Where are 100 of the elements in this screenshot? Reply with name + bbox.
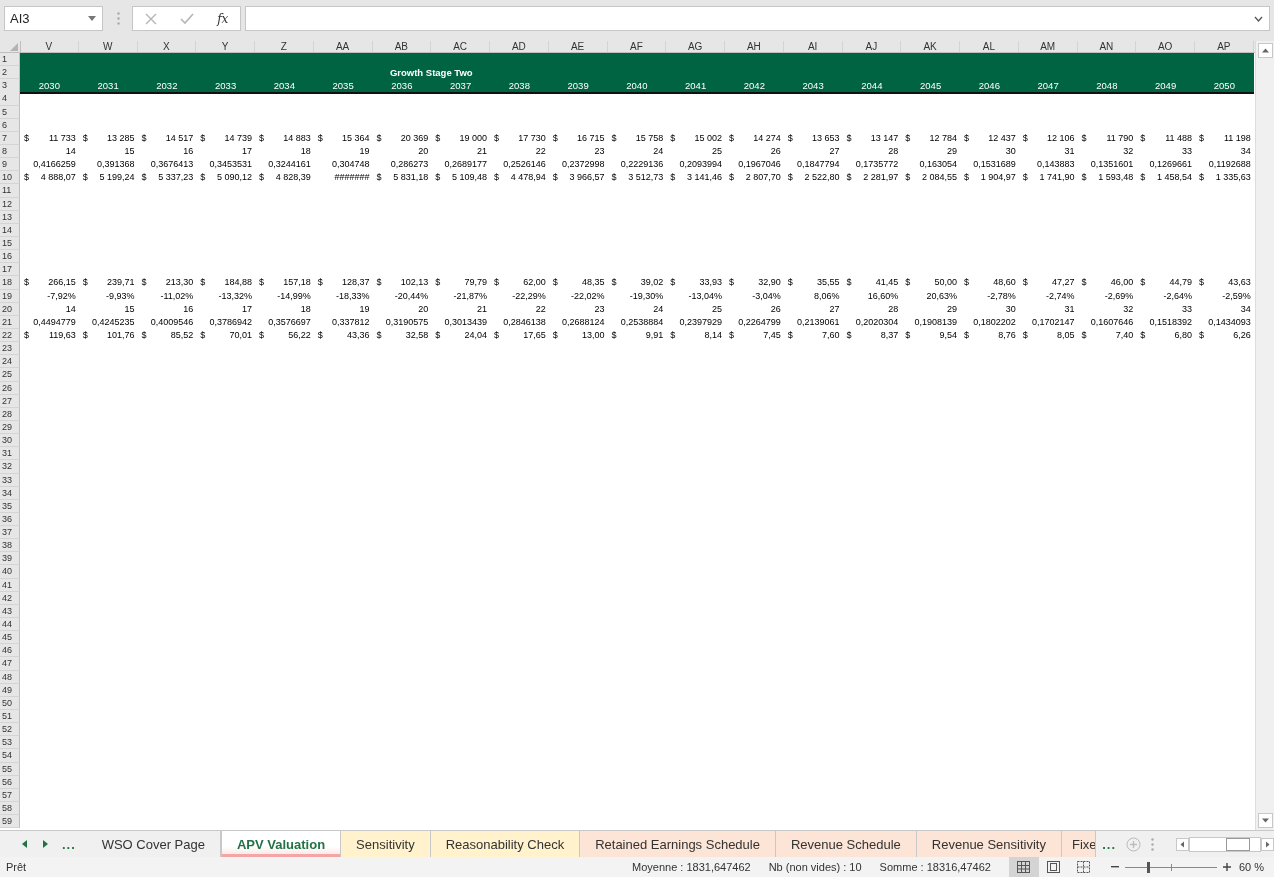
row-number[interactable]: 1 <box>0 53 20 67</box>
table-cell: 12 437 <box>988 131 1016 145</box>
row-number[interactable]: 18 <box>0 276 20 290</box>
column-header[interactable]: Y <box>196 41 255 52</box>
scroll-up-icon[interactable] <box>1257 43 1273 58</box>
check-icon[interactable] <box>179 12 194 25</box>
currency-symbol: $ <box>259 131 264 145</box>
row-number[interactable]: 25 <box>0 368 20 382</box>
horizontal-scrollbar[interactable] <box>1189 836 1261 852</box>
zoom-thumb[interactable] <box>1147 861 1150 873</box>
row-number[interactable]: 51 <box>0 710 20 724</box>
insert-function-button[interactable]: fx <box>217 11 229 26</box>
view-button[interactable] <box>1008 857 1039 877</box>
row-number[interactable]: 54 <box>0 749 20 763</box>
dropdown-icon[interactable] <box>88 16 96 21</box>
row-number[interactable]: 59 <box>0 815 20 829</box>
year-header: 2044 <box>860 79 884 93</box>
year-header: 2036 <box>390 79 414 93</box>
column-header[interactable]: Z <box>255 41 314 52</box>
table-cell: 1 741,90 <box>1039 171 1075 185</box>
sheet-tab[interactable]: Fixe <box>1061 831 1097 857</box>
row-number[interactable]: 53 <box>0 736 20 750</box>
row-number[interactable]: 38 <box>0 539 20 553</box>
scroll-thumb[interactable] <box>1226 837 1250 851</box>
scroll-down-icon[interactable] <box>1257 813 1273 828</box>
row-number[interactable]: 11 <box>0 184 20 198</box>
sheet-tab[interactable]: Retained Earnings Schedule <box>580 831 776 857</box>
sheet-tab[interactable]: Revenue Schedule <box>775 831 917 857</box>
year-header: 2041 <box>684 79 708 93</box>
column-header[interactable]: AL <box>960 41 1019 52</box>
column-header[interactable]: AG <box>666 41 725 52</box>
column-header[interactable]: AK <box>901 41 960 52</box>
formula-input[interactable] <box>245 6 1270 31</box>
column-header[interactable]: AB <box>372 41 432 52</box>
row-number[interactable]: 2 <box>0 66 20 80</box>
column-header[interactable]: AE <box>548 41 608 52</box>
column-header[interactable]: AM <box>1018 41 1078 52</box>
row-number[interactable]: 52 <box>0 723 20 737</box>
sheet-tab[interactable]: Sensitivity <box>341 831 431 857</box>
table-cell-text: 119,63 <box>48 328 76 342</box>
row-number[interactable]: 10 <box>0 171 20 185</box>
column-header[interactable]: AD <box>490 41 549 52</box>
table-cell: 1 335,63 <box>1215 171 1251 185</box>
row-number[interactable]: 31 <box>0 447 20 461</box>
column-header[interactable]: X <box>137 41 197 52</box>
sheet-tab[interactable]: Reasonability Check <box>430 831 581 857</box>
column-header[interactable]: V <box>20 41 79 52</box>
table-cell: 5 090,12 <box>216 171 252 185</box>
row-number[interactable]: 23 <box>0 342 20 356</box>
currency-symbol: $ <box>1140 171 1146 185</box>
more-sheets-button[interactable]: ... <box>1102 836 1116 852</box>
column-header[interactable]: AP <box>1195 41 1254 52</box>
column-header[interactable]: AC <box>431 41 490 52</box>
row-number[interactable]: 9 <box>0 158 20 172</box>
row-number[interactable]: 44 <box>0 618 20 632</box>
column-header[interactable]: AJ <box>842 41 902 52</box>
column-header[interactable]: AH <box>725 41 784 52</box>
currency-symbol: $ <box>552 328 558 342</box>
row-number[interactable]: 47 <box>0 657 20 671</box>
row-number[interactable]: 24 <box>0 355 20 369</box>
row-number[interactable]: 40 <box>0 565 20 579</box>
row-number[interactable]: 30 <box>0 434 20 448</box>
zoom-level[interactable]: 60 % <box>1238 861 1264 873</box>
name-box[interactable]: AI3 <box>4 6 103 31</box>
column-header[interactable]: AF <box>607 41 667 52</box>
more-sheets-button[interactable]: ... <box>62 836 76 852</box>
next-sheet-icon[interactable] <box>42 840 48 848</box>
splitter-handle-icon[interactable] <box>1151 837 1154 851</box>
table-cell-text: 0,2397929 <box>678 315 723 329</box>
year-header: 2033 <box>214 79 238 93</box>
vertical-scrollbar[interactable] <box>1255 41 1274 830</box>
table-cell: 5 337,23 <box>158 171 194 185</box>
row-number[interactable]: 39 <box>0 552 20 566</box>
currency-symbol: $ <box>787 328 793 342</box>
currency-symbol: $ <box>552 171 558 185</box>
column-header[interactable]: AN <box>1077 41 1137 52</box>
column-header[interactable]: AA <box>313 41 373 52</box>
table-cell: 128,37 <box>341 276 370 290</box>
row-number[interactable]: 45 <box>0 631 20 645</box>
row-number[interactable]: 32 <box>0 460 20 474</box>
zoom-in-icon[interactable] <box>1222 863 1231 871</box>
scroll-right-icon[interactable] <box>1261 837 1274 851</box>
row-number[interactable]: 58 <box>0 802 20 816</box>
scroll-left-icon[interactable] <box>1176 837 1189 851</box>
expand-icon[interactable] <box>1254 15 1263 22</box>
currency-symbol: $ <box>670 171 676 185</box>
row-number[interactable]: 46 <box>0 644 20 658</box>
row-number[interactable]: 16 <box>0 250 20 264</box>
column-header[interactable]: W <box>78 41 138 52</box>
previous-sheet-icon[interactable] <box>22 840 28 848</box>
currency-symbol: $ <box>259 171 264 185</box>
row-number[interactable]: 4 <box>0 92 20 106</box>
table-cell-text: 20 <box>417 302 430 316</box>
column-header[interactable]: AO <box>1136 41 1195 52</box>
sheet-tab[interactable]: Revenue Sensitivity <box>916 831 1062 857</box>
sheet-tab[interactable]: APV Valuation <box>220 831 342 857</box>
row-number[interactable]: 37 <box>0 526 20 540</box>
table-cell-text: 22 <box>534 145 547 158</box>
column-header[interactable]: AI <box>783 41 843 52</box>
row-number[interactable]: 17 <box>0 263 20 277</box>
